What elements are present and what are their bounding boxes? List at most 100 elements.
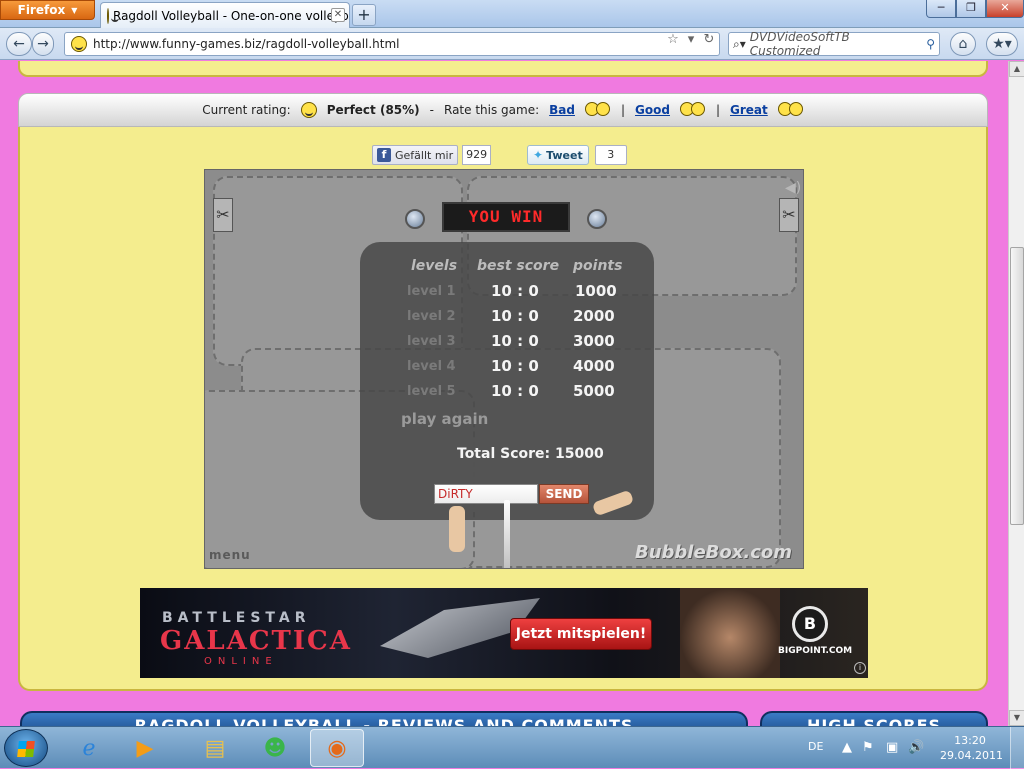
bubblebox-logo[interactable]: BubbleBox.com — [635, 542, 792, 563]
search-engine-icon[interactable]: ⌕▾ — [733, 37, 746, 52]
scroll-up-icon[interactable]: ▲ — [1009, 61, 1024, 77]
rating-separator: - — [429, 103, 434, 117]
ad-online-text: ONLINE — [204, 656, 278, 667]
tray-expand-icon[interactable]: ▲ — [842, 740, 852, 755]
current-rating-label: Current rating: — [202, 103, 291, 117]
clock-date: 29.04.2011 — [940, 749, 1003, 762]
messenger-icon[interactable]: ☻ — [248, 729, 302, 767]
tab-close-icon[interactable]: ✕ — [331, 8, 345, 22]
best-score-value: 10 : 0 — [491, 382, 539, 400]
tray-clock[interactable]: 13:20 29.04.2011 — [940, 733, 1003, 763]
ad-info-icon[interactable]: i — [854, 662, 866, 674]
good-smiley-icon[interactable] — [679, 102, 706, 118]
right-tool-icon: ✂ — [779, 198, 799, 232]
forward-button[interactable]: → — [32, 32, 54, 56]
scroll-down-icon[interactable]: ▼ — [1009, 710, 1024, 726]
dropdown-arrow-icon[interactable]: ▾ — [682, 32, 700, 48]
window-close-button[interactable]: ✕ — [986, 0, 1024, 18]
play-again-button[interactable]: play again — [401, 410, 488, 428]
game-menu-button[interactable]: menu — [209, 548, 251, 562]
header-best-score: best score — [477, 258, 560, 274]
back-button[interactable]: ← — [6, 32, 32, 56]
header-points: points — [573, 258, 623, 274]
url-text: http://www.funny-games.biz/ragdoll-volle… — [93, 37, 400, 51]
browser-tab-active[interactable]: Ragdoll Volleyball - One-on-one volleyb.… — [100, 2, 350, 28]
caret-down-icon: ▼ — [71, 5, 78, 15]
level-label[interactable]: level 1 — [407, 284, 456, 299]
favicon-icon — [107, 7, 119, 24]
level-label[interactable]: level 3 — [407, 334, 456, 349]
facebook-like-button[interactable]: f Gefällt mir — [372, 145, 459, 165]
tweet-label: Tweet — [546, 148, 583, 162]
send-score-button[interactable]: SEND — [539, 484, 589, 504]
search-icon[interactable]: ⚲ — [926, 37, 935, 51]
rating-divider: | — [620, 103, 626, 117]
reload-icon[interactable]: ↻ — [700, 32, 718, 48]
ad-galactica-text: GALACTICA — [160, 626, 352, 656]
best-score-value: 10 : 0 — [491, 357, 539, 375]
show-desktop-button[interactable] — [1010, 727, 1024, 769]
bookmark-star-icon[interactable]: ☆ — [664, 32, 682, 48]
ad-cta-button[interactable]: Jetzt mitspielen! — [510, 618, 652, 650]
firefox-taskbar-icon[interactable]: ◉ — [310, 729, 364, 767]
points-value: 2000 — [573, 307, 615, 325]
rate-good-link[interactable]: Good — [635, 103, 670, 117]
clock-time: 13:20 — [954, 734, 986, 747]
new-tab-button[interactable]: + — [352, 4, 376, 26]
sound-icon[interactable]: ◀) — [785, 180, 801, 196]
search-bar[interactable]: ⌕▾ DVDVideoSoftTB Customized ⚲ — [728, 30, 940, 58]
navigation-toolbar: ← → http://www.funny-games.biz/ragdoll-v… — [0, 28, 1024, 60]
window-minimize-button[interactable]: ─ — [926, 0, 956, 18]
great-smiley-icon[interactable] — [777, 102, 804, 118]
level-label[interactable]: level 5 — [407, 384, 456, 399]
rate-great-link[interactable]: Great — [730, 103, 768, 117]
bookmarks-button[interactable]: ★▾ — [986, 32, 1018, 56]
media-player-icon[interactable]: ▶ — [118, 729, 172, 767]
ad-portrait-image — [680, 588, 780, 678]
file-explorer-icon[interactable]: ▤ — [188, 729, 242, 767]
address-bar[interactable]: http://www.funny-games.biz/ragdoll-volle… — [64, 32, 720, 56]
reviews-section-header: RAGDOLL VOLLEYBALL - REVIEWS AND COMMENT… — [20, 711, 748, 726]
left-tool-icon: ✂ — [213, 198, 233, 232]
window-restore-button[interactable]: ❐ — [956, 0, 986, 18]
facebook-like-label: Gefällt mir — [395, 148, 454, 162]
points-value: 1000 — [575, 282, 617, 300]
action-center-flag-icon[interactable]: ⚑ — [862, 740, 874, 755]
level-label[interactable]: level 4 — [407, 359, 456, 374]
internet-explorer-icon[interactable]: ℯ — [62, 729, 116, 767]
points-value: 4000 — [573, 357, 615, 375]
vertical-scrollbar[interactable]: ▲ ▼ — [1008, 61, 1024, 726]
points-value: 3000 — [573, 332, 615, 350]
browser-title-bar: Firefox ▼ Ragdoll Volleyball - One-on-on… — [0, 0, 1024, 28]
advertisement-banner[interactable]: BATTLESTAR GALACTICA ONLINE Jetzt mitspi… — [140, 588, 868, 678]
start-button[interactable] — [4, 729, 48, 767]
firefox-menu-label: Firefox — [17, 3, 66, 17]
rating-bar: Current rating: Perfect (85%) - Rate thi… — [18, 93, 988, 127]
rate-bad-link[interactable]: Bad — [549, 103, 575, 117]
ad-brand-text: BIGPOINT.COM — [778, 646, 853, 656]
level-label[interactable]: level 2 — [407, 309, 456, 324]
volume-icon[interactable]: 🔊 — [908, 740, 924, 755]
left-lamp-icon — [405, 209, 425, 229]
rate-label: Rate this game: — [444, 103, 540, 117]
network-icon[interactable]: ▣ — [886, 740, 898, 755]
language-indicator[interactable]: DE — [808, 740, 823, 753]
player-ragdoll — [449, 506, 465, 552]
web-page: Current rating: Perfect (85%) - Rate thi… — [0, 61, 1008, 726]
firefox-menu-button[interactable]: Firefox ▼ — [0, 0, 95, 20]
game-canvas[interactable]: ✂ ✂ ◀) YOU WIN levels best score points … — [204, 169, 804, 569]
facebook-icon: f — [377, 148, 391, 162]
right-lamp-icon — [587, 209, 607, 229]
scrollbar-thumb[interactable] — [1010, 247, 1024, 525]
windows-taskbar: ℯ ▶ ▤ ☻ ◉ DE ▲ ⚑ ▣ 🔊 13:20 29.04.2011 — [0, 726, 1024, 769]
result-banner: YOU WIN — [442, 202, 570, 232]
bad-smiley-icon[interactable] — [584, 102, 611, 118]
tab-title: Ragdoll Volleyball - One-on-one volleyb.… — [113, 8, 350, 23]
home-button[interactable]: ⌂ — [950, 32, 976, 56]
twitter-bird-icon: ✦ — [533, 148, 544, 162]
best-score-value: 10 : 0 — [491, 307, 539, 325]
tweet-button[interactable]: ✦ Tweet — [527, 145, 589, 165]
player-name-input[interactable]: DiRTY — [434, 484, 538, 504]
twitter-share: ✦ Tweet 3 — [527, 145, 627, 165]
points-value: 5000 — [573, 382, 615, 400]
